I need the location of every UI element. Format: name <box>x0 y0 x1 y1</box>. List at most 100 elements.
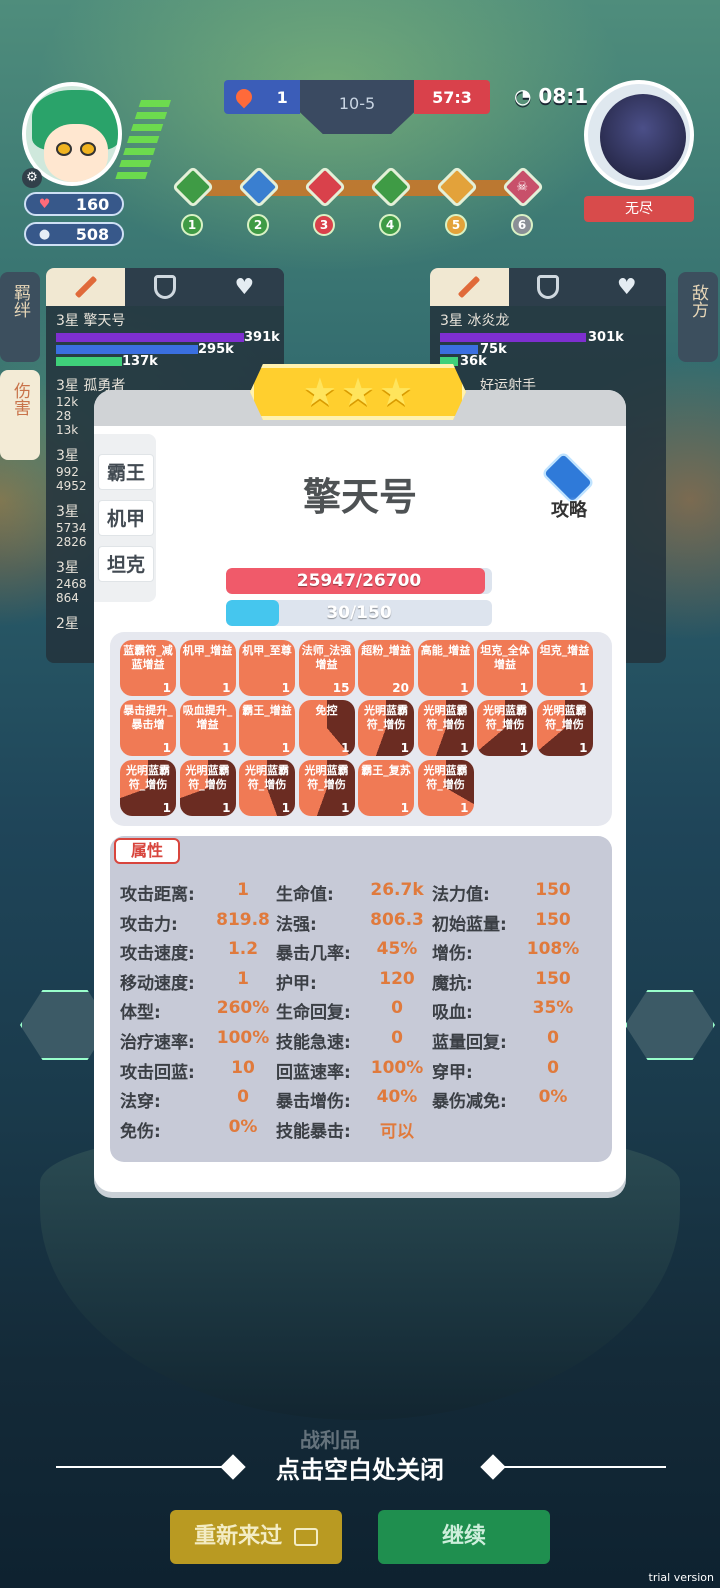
star-rank-ribbon: ★ ★ ★ <box>250 364 466 420</box>
continue-button[interactable]: 继续 <box>378 1510 550 1564</box>
gear-icon[interactable]: ⚙ <box>22 168 42 188</box>
attribute-label: 护甲: <box>276 973 317 994</box>
equipment-item[interactable]: 光明蓝霸符_增伤 1 <box>179 760 236 816</box>
attribute-label: 暴伤减免: <box>432 1092 507 1113</box>
tab-heal[interactable]: ♥ <box>204 268 284 306</box>
equipment-item[interactable]: 霸王_复苏 1 <box>358 760 414 816</box>
attribute-label: 蓝量回复: <box>432 1033 507 1053</box>
player-coin-value: 508 <box>75 224 110 244</box>
video-icon <box>293 1528 318 1546</box>
equipment-count: 1 <box>162 801 171 815</box>
close-hint[interactable]: 点击空白处关闭 <box>230 1450 490 1485</box>
attribute-label: 暴击增伤: <box>276 1092 351 1113</box>
equipment-count: 1 <box>222 681 231 695</box>
heart-icon: ♥ <box>38 196 51 212</box>
retry-button[interactable]: 重新来过 <box>170 1510 342 1564</box>
equipment-name: 光明蓝霸符_增伤 <box>185 764 230 791</box>
guide-button[interactable]: 攻略 <box>534 450 604 524</box>
attribute-row: 攻击力: 819.8 <box>120 910 270 935</box>
equipment-count: 1 <box>579 681 588 695</box>
equipment-item[interactable]: 霸王_增益 1 <box>239 700 295 756</box>
attribute-label: 法力值: <box>432 885 490 905</box>
tab-synergy-label: 羁绊 <box>10 284 30 318</box>
stage-number: 6 <box>511 214 533 236</box>
attribute-value: 150 <box>535 880 571 900</box>
equipment-count: 20 <box>392 681 409 695</box>
equipment-name: 光明蓝霸符_增伤 <box>423 704 468 731</box>
attribute-value: 100% <box>216 1028 270 1048</box>
equipment-item[interactable]: 光明蓝霸符_增伤 1 <box>417 700 474 756</box>
damage-bar: 391k <box>56 330 280 345</box>
equipment-item[interactable]: 免控 1 <box>298 700 355 756</box>
attribute-label: 移动速度: <box>120 973 195 994</box>
tab-synergy[interactable]: 羁绊 <box>0 272 40 362</box>
hex-platform-right <box>625 990 715 1060</box>
attribute-label: 穿甲: <box>432 1062 473 1083</box>
equipment-item[interactable]: 光明蓝霸符_增伤 1 <box>536 700 593 756</box>
equipment-item[interactable]: 机甲_至尊 1 <box>239 640 295 696</box>
stage-number: 1 <box>181 214 203 236</box>
tab-physical[interactable] <box>430 268 509 306</box>
attribute-label: 暴击几率: <box>276 944 351 965</box>
trait-item[interactable]: 霸王 <box>98 454 154 490</box>
equipment-item[interactable]: 坦克_全体增益 1 <box>477 640 533 696</box>
trait-item[interactable]: 机甲 <box>98 500 154 536</box>
equipment-count: 1 <box>281 741 290 755</box>
equipment-item[interactable]: 光明蓝霸符_增伤 1 <box>239 760 295 816</box>
attribute-value: 0 <box>391 998 403 1019</box>
equipment-name: 免控 <box>315 704 338 717</box>
equipment-item[interactable]: 光明蓝霸符_增伤 1 <box>298 760 355 816</box>
unit-name: 3星 擎天号 <box>56 313 126 329</box>
shield-icon <box>153 275 176 299</box>
equipment-item[interactable]: 机甲_增益 1 <box>179 640 236 696</box>
tab-defense[interactable] <box>508 268 588 306</box>
enemy-avatar[interactable] <box>584 80 694 190</box>
equipment-name: 光明蓝霸符_增伤 <box>423 764 468 791</box>
equipment-item[interactable]: 高能_增益 1 <box>417 640 474 696</box>
tab-physical[interactable] <box>46 268 126 306</box>
attribute-value: 150 <box>535 909 571 930</box>
equipment-count: 1 <box>341 801 350 815</box>
blue-score: 1 <box>224 80 300 114</box>
shield-icon <box>537 275 559 299</box>
trait-item[interactable]: 坦克 <box>98 546 154 582</box>
equipment-item[interactable]: 光明蓝霸符_增伤 1 <box>417 760 474 816</box>
tab-enemy[interactable]: 敌方 <box>678 272 718 362</box>
equipment-item[interactable]: 超粉_增益 20 <box>358 640 414 696</box>
attribute-value: 0 <box>237 1087 249 1108</box>
equipment-item[interactable]: 法师_法强增益 15 <box>298 640 355 696</box>
heart-icon: ♥ <box>234 274 255 300</box>
tab-heal[interactable]: ♥ <box>587 268 666 306</box>
attribute-row: 法力值: 150 <box>432 880 571 905</box>
attribute-row: 增伤: 108% <box>432 939 579 964</box>
attribute-value: 26.7k <box>370 880 424 900</box>
tab-damage[interactable]: 伤害 <box>0 370 40 460</box>
equipment-item[interactable]: 吸血提升_增益 1 <box>179 700 236 756</box>
equipment-name: 高能_增益 <box>420 644 471 657</box>
equipment-name: 光明蓝霸符_增伤 <box>245 764 289 791</box>
tab-defense[interactable] <box>125 268 205 306</box>
equipment-item[interactable]: 坦克_增益 1 <box>536 640 593 696</box>
attribute-row: 技能暴击: 可以 <box>276 1117 414 1142</box>
list-item[interactable]: 3星 擎天号 391k 295k 137k <box>46 306 284 371</box>
equipment-item[interactable]: 光明蓝霸符_增伤 1 <box>477 700 533 756</box>
star-icon: ★ <box>302 370 337 414</box>
player-hp-value: 160 <box>75 194 110 214</box>
list-item[interactable]: 3星 冰炎龙 301k 75k 36k <box>430 306 666 371</box>
equipment-item[interactable]: 暴击提升_暴击增 1 <box>120 700 176 756</box>
stage-number: 3 <box>313 214 335 236</box>
attribute-value: 0% <box>538 1087 568 1108</box>
tab-enemy-label: 敌方 <box>688 284 708 318</box>
equipment-item[interactable]: 蓝霸符_减蓝增益 1 <box>120 640 176 696</box>
equipment-item[interactable]: 光明蓝霸符_增伤 1 <box>120 760 176 816</box>
attribute-row: 法强: 806.3 <box>276 910 424 935</box>
stage-number: 2 <box>247 214 269 236</box>
mana-bar: 30/150 <box>226 600 492 626</box>
attribute-row: 生命回复: 0 <box>276 998 403 1023</box>
attribute-row: 护甲: 120 <box>276 969 415 994</box>
equipment-name: 霸王_增益 <box>242 704 292 717</box>
equipment-item[interactable]: 光明蓝霸符_增伤 1 <box>358 700 414 756</box>
equipment-name: 光明蓝霸符_增伤 <box>542 704 587 731</box>
damage-type-tabs: ♥ <box>430 268 666 306</box>
sword-icon <box>74 275 97 299</box>
